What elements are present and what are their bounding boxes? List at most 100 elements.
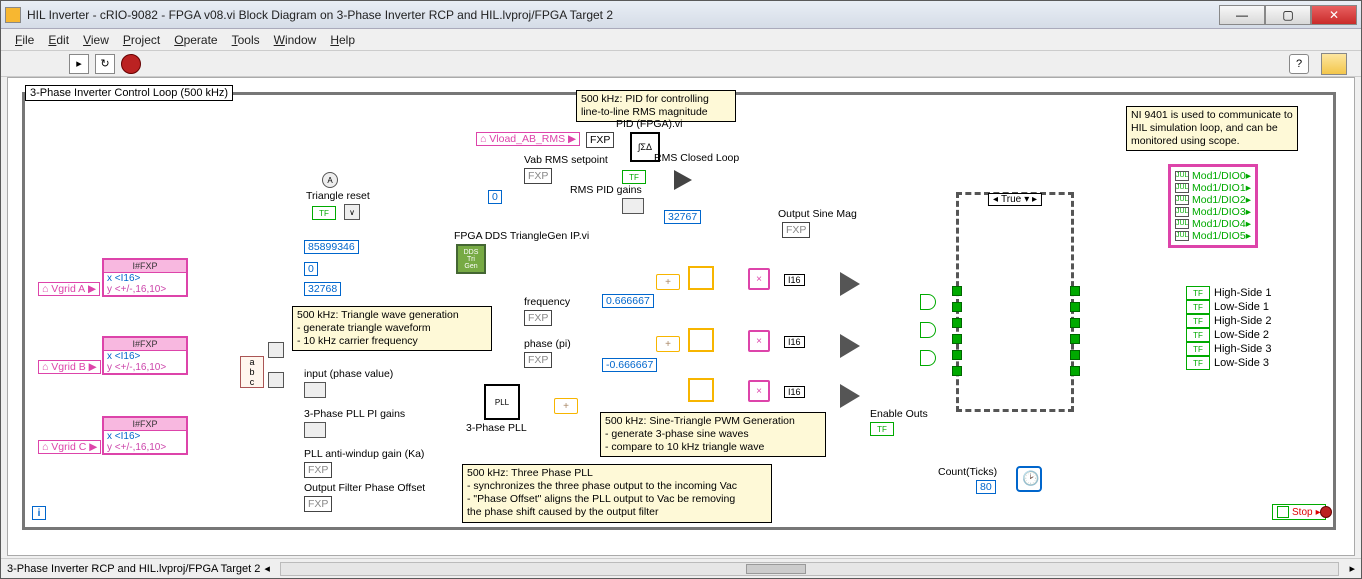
dio-5: JULMod1/DIO5▸ bbox=[1175, 230, 1251, 242]
vload-link[interactable]: Vload_AB_RMS bbox=[476, 132, 580, 146]
high3-tf bbox=[1186, 342, 1210, 356]
mul-a: × bbox=[748, 268, 770, 290]
stop-button[interactable]: Stop▸ bbox=[1272, 504, 1326, 520]
vi-icon[interactable] bbox=[1321, 53, 1347, 75]
menu-tools[interactable]: Tools bbox=[232, 33, 260, 47]
wait-subvi[interactable] bbox=[1016, 466, 1042, 492]
sine-note: 500 kHz: Sine-Triangle PWM Generation - … bbox=[600, 412, 826, 457]
cmp-a bbox=[842, 274, 860, 294]
menu-edit[interactable]: Edit bbox=[48, 33, 69, 47]
tunnel-out-1 bbox=[1070, 286, 1080, 296]
vab-sp-control[interactable]: FXP bbox=[524, 168, 552, 184]
maximize-button[interactable]: ▢ bbox=[1265, 5, 1311, 25]
window-title: HIL Inverter - cRIO-9082 - FPGA v08.vi B… bbox=[27, 8, 1219, 22]
phase-indicator: FXP bbox=[524, 352, 552, 368]
first-call-icon: A bbox=[322, 172, 338, 188]
high2-tf bbox=[1186, 314, 1210, 328]
dio-1: JULMod1/DIO1▸ bbox=[1175, 182, 1251, 194]
vgrid-a-link[interactable]: Vgrid A bbox=[38, 282, 100, 296]
dio-3: JULMod1/DIO3▸ bbox=[1175, 206, 1251, 218]
title-bar[interactable]: HIL Inverter - cRIO-9082 - FPGA v08.vi B… bbox=[1, 1, 1361, 29]
pid-subvi-label: PID (FPGA).vi bbox=[616, 118, 683, 130]
menu-project[interactable]: Project bbox=[123, 33, 160, 47]
minimize-button[interactable]: — bbox=[1219, 5, 1265, 25]
dds-subvi[interactable]: DDSTriGen bbox=[456, 244, 486, 274]
pll-ka-control[interactable]: FXP bbox=[304, 462, 332, 478]
vgrid-a-cluster[interactable]: I#FXP x <I16> y <+/-,16,10> bbox=[102, 258, 188, 297]
pid-gains-terminal[interactable] bbox=[622, 198, 644, 214]
case-selector[interactable]: ◂ True ▾ ▸ bbox=[988, 193, 1042, 206]
menu-help[interactable]: Help bbox=[330, 33, 355, 47]
pll-input-terminal bbox=[304, 382, 326, 398]
dio-4: JULMod1/DIO4▸ bbox=[1175, 218, 1251, 230]
diagram-canvas[interactable]: 3-Phase Inverter Control Loop (500 kHz) … bbox=[7, 77, 1355, 556]
vgrid-b-link[interactable]: Vgrid B bbox=[38, 360, 101, 374]
pid-bool bbox=[622, 170, 646, 184]
phase-label: phase (pi) bbox=[524, 338, 571, 350]
pll-subvi[interactable]: PLL bbox=[484, 384, 520, 420]
sine-a-subvi[interactable] bbox=[688, 266, 714, 290]
tunnel-out-2 bbox=[1070, 302, 1080, 312]
vgrid-c-link[interactable]: Vgrid C bbox=[38, 440, 101, 454]
abort-button[interactable] bbox=[121, 54, 141, 74]
vgrid-b-cluster[interactable]: I#FXP x <I16> y <+/-,16,10> bbox=[102, 336, 188, 375]
and-a-high bbox=[920, 294, 940, 310]
status-bar: 3-Phase Inverter RCP and HIL.lvproj/FPGA… bbox=[1, 558, 1361, 578]
i16-a: I16 bbox=[784, 274, 805, 286]
pll-subvi-label: 3-Phase PLL bbox=[466, 422, 527, 434]
toolbar: ? bbox=[1, 51, 1361, 77]
ticks-const[interactable]: 80 bbox=[976, 480, 996, 494]
vgrid-c-cluster[interactable]: I#FXP x <I16> y <+/-,16,10> bbox=[102, 416, 188, 455]
pid-gains-label: RMS PID gains bbox=[570, 184, 642, 196]
pll-note: 500 kHz: Three Phase PLL - synchronizes … bbox=[462, 464, 772, 523]
dds-const-3[interactable]: 32768 bbox=[304, 282, 341, 296]
mul-b: × bbox=[748, 330, 770, 352]
pid-zero-const[interactable]: 0 bbox=[488, 190, 502, 204]
freq-label: frequency bbox=[524, 296, 570, 308]
low1-tf bbox=[1186, 300, 1210, 314]
help-button[interactable]: ? bbox=[1289, 54, 1309, 74]
phase-a-const[interactable]: 0.666667 bbox=[602, 294, 654, 308]
i16-c: I16 bbox=[784, 386, 805, 398]
sine-c-subvi[interactable] bbox=[688, 378, 714, 402]
loop-condition-icon[interactable] bbox=[1320, 506, 1332, 518]
close-button[interactable]: ✕ bbox=[1311, 5, 1357, 25]
fxp-tunnel-icon-2 bbox=[268, 372, 284, 388]
and-b-high bbox=[920, 322, 940, 338]
dds-const-1[interactable]: 85899346 bbox=[304, 240, 359, 254]
menu-file[interactable]: File bbox=[15, 33, 34, 47]
sat-const[interactable]: 32767 bbox=[664, 210, 701, 224]
case-structure[interactable]: ◂ True ▾ ▸ bbox=[956, 192, 1074, 412]
enable-outs-label: Enable Outs bbox=[870, 408, 928, 420]
menu-bar: File Edit View Project Operate Tools Win… bbox=[1, 29, 1361, 51]
and-c-high bbox=[920, 350, 940, 366]
run-button[interactable] bbox=[69, 54, 89, 74]
menu-operate[interactable]: Operate bbox=[174, 33, 217, 47]
h-scrollbar[interactable] bbox=[280, 562, 1340, 576]
tunnel-in-3 bbox=[952, 318, 962, 328]
add-b: + bbox=[656, 336, 680, 352]
run-continuous-button[interactable] bbox=[95, 54, 115, 74]
mul-c: × bbox=[748, 380, 770, 402]
dds-const-2[interactable]: 0 bbox=[304, 262, 318, 276]
closed-loop-label: RMS Closed Loop bbox=[654, 152, 739, 164]
low2-tf bbox=[1186, 328, 1210, 342]
triangle-reset-control[interactable] bbox=[312, 206, 336, 220]
pll-offset-control[interactable]: FXP bbox=[304, 496, 332, 512]
cmp-b bbox=[842, 336, 860, 356]
vab-sp-label: Vab RMS setpoint bbox=[524, 154, 608, 166]
enable-outs-control[interactable] bbox=[870, 422, 894, 436]
sine-mag-indicator: FXP bbox=[782, 222, 810, 238]
sine-b-subvi[interactable] bbox=[688, 328, 714, 352]
phase-b-const[interactable]: -0.666667 bbox=[602, 358, 657, 372]
pll-gains-terminal[interactable] bbox=[304, 422, 326, 438]
tunnel-out-6 bbox=[1070, 366, 1080, 376]
menu-view[interactable]: View bbox=[83, 33, 109, 47]
dio-node[interactable]: JULMod1/DIO0▸ JULMod1/DIO1▸ JULMod1/DIO2… bbox=[1168, 164, 1258, 248]
window-controls: — ▢ ✕ bbox=[1219, 5, 1357, 25]
ticks-label: Count(Ticks) bbox=[938, 466, 997, 478]
status-text: 3-Phase Inverter RCP and HIL.lvproj/FPGA… bbox=[7, 563, 260, 575]
tunnel-in-5 bbox=[952, 350, 962, 360]
tunnel-in-4 bbox=[952, 334, 962, 344]
menu-window[interactable]: Window bbox=[274, 33, 317, 47]
